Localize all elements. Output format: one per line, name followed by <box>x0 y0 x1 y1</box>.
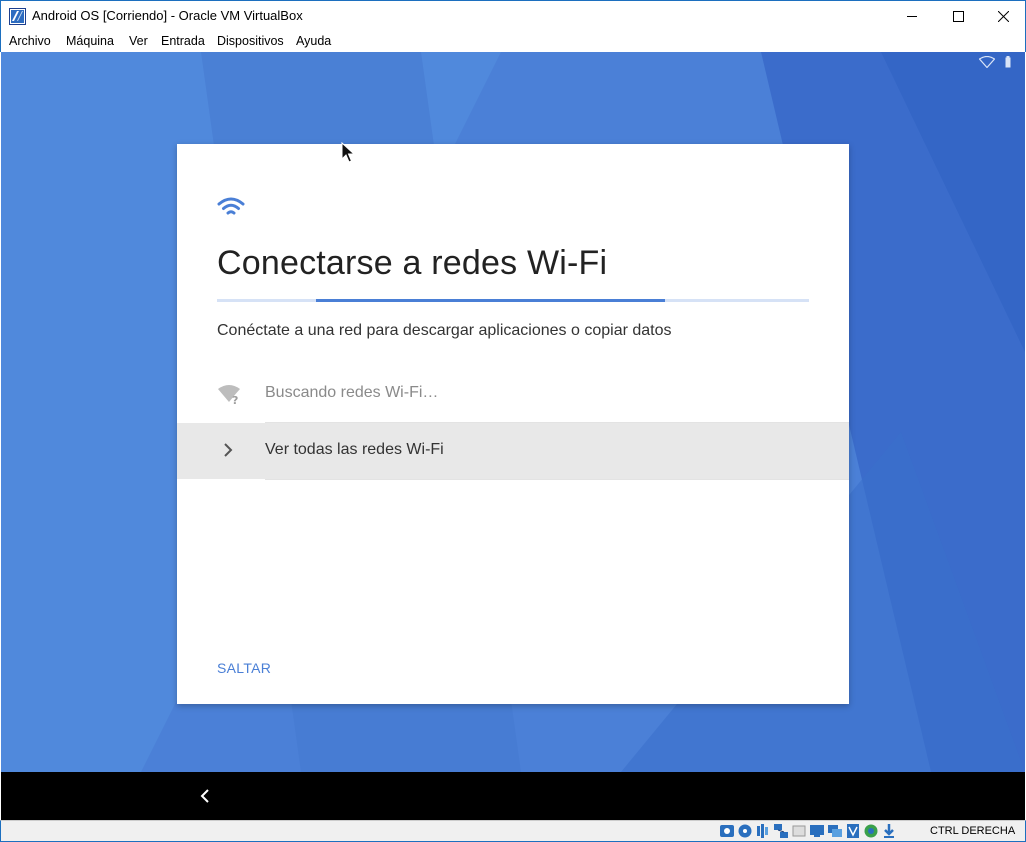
hard-disk-icon[interactable] <box>719 823 735 839</box>
close-icon <box>997 11 1009 22</box>
usb-icon[interactable] <box>791 823 807 839</box>
window-title: Android OS [Corriendo] - Oracle VM Virtu… <box>32 8 303 23</box>
mouse-cursor-icon <box>341 142 355 163</box>
menu-dispositivos[interactable]: Dispositivos <box>217 34 284 48</box>
minimize-button[interactable] <box>889 1 935 32</box>
window-titlebar: Android OS [Corriendo] - Oracle VM Virtu… <box>0 0 1026 31</box>
video-capture-icon[interactable] <box>845 823 861 839</box>
android-status-bar <box>979 56 1011 68</box>
host-key-label: CTRL DERECHA <box>930 825 1016 837</box>
skip-button[interactable]: SALTAR <box>217 660 271 676</box>
audio-icon[interactable] <box>755 823 771 839</box>
menu-bar: Archivo Máquina Ver Entrada Dispositivos… <box>0 31 1026 52</box>
menu-ver[interactable]: Ver <box>129 34 148 48</box>
wifi-unknown-icon: ? <box>218 385 240 405</box>
shared-folders-icon[interactable] <box>809 823 825 839</box>
progress-indicator <box>316 299 665 302</box>
wifi-icon <box>979 56 995 68</box>
display-icon[interactable] <box>827 823 843 839</box>
network-icon[interactable] <box>773 823 789 839</box>
virtualbox-status-bar: CTRL DERECHA <box>0 820 1026 842</box>
battery-icon <box>1005 56 1011 68</box>
searching-networks-row: ? Buscando redes Wi-Fi… <box>177 366 849 422</box>
row-divider <box>265 479 849 480</box>
see-all-networks-button[interactable]: Ver todas las redes Wi-Fi <box>177 423 849 479</box>
svg-text:?: ? <box>232 394 238 405</box>
chevron-right-icon <box>224 443 233 457</box>
searching-networks-label: Buscando redes Wi-Fi… <box>265 384 439 401</box>
virtualbox-app-icon <box>9 8 26 25</box>
optical-drive-icon[interactable] <box>737 823 753 839</box>
android-navigation-bar <box>1 772 1025 820</box>
menu-ayuda[interactable]: Ayuda <box>296 34 331 48</box>
page-title: Conectarse a redes Wi-Fi <box>217 244 608 282</box>
menu-maquina[interactable]: Máquina <box>66 34 114 48</box>
page-subtitle: Conéctate a una red para descargar aplic… <box>217 322 672 339</box>
close-button[interactable] <box>980 1 1026 32</box>
android-screen[interactable]: Conectarse a redes Wi-Fi Conéctate a una… <box>1 52 1025 772</box>
maximize-button[interactable] <box>935 1 981 32</box>
back-icon[interactable] <box>199 788 211 804</box>
wifi-setup-card: Conectarse a redes Wi-Fi Conéctate a una… <box>177 144 849 704</box>
wifi-signal-icon <box>217 197 245 215</box>
mouse-integration-icon[interactable] <box>881 823 897 839</box>
maximize-icon <box>952 11 964 22</box>
minimize-icon <box>906 16 917 17</box>
menu-entrada[interactable]: Entrada <box>161 34 205 48</box>
indeterminate-progress-bar <box>217 299 809 302</box>
device-indicators <box>719 823 897 839</box>
vt-x-icon[interactable] <box>863 823 879 839</box>
see-all-networks-label: Ver todas las redes Wi-Fi <box>265 441 444 458</box>
menu-archivo[interactable]: Archivo <box>9 34 51 48</box>
